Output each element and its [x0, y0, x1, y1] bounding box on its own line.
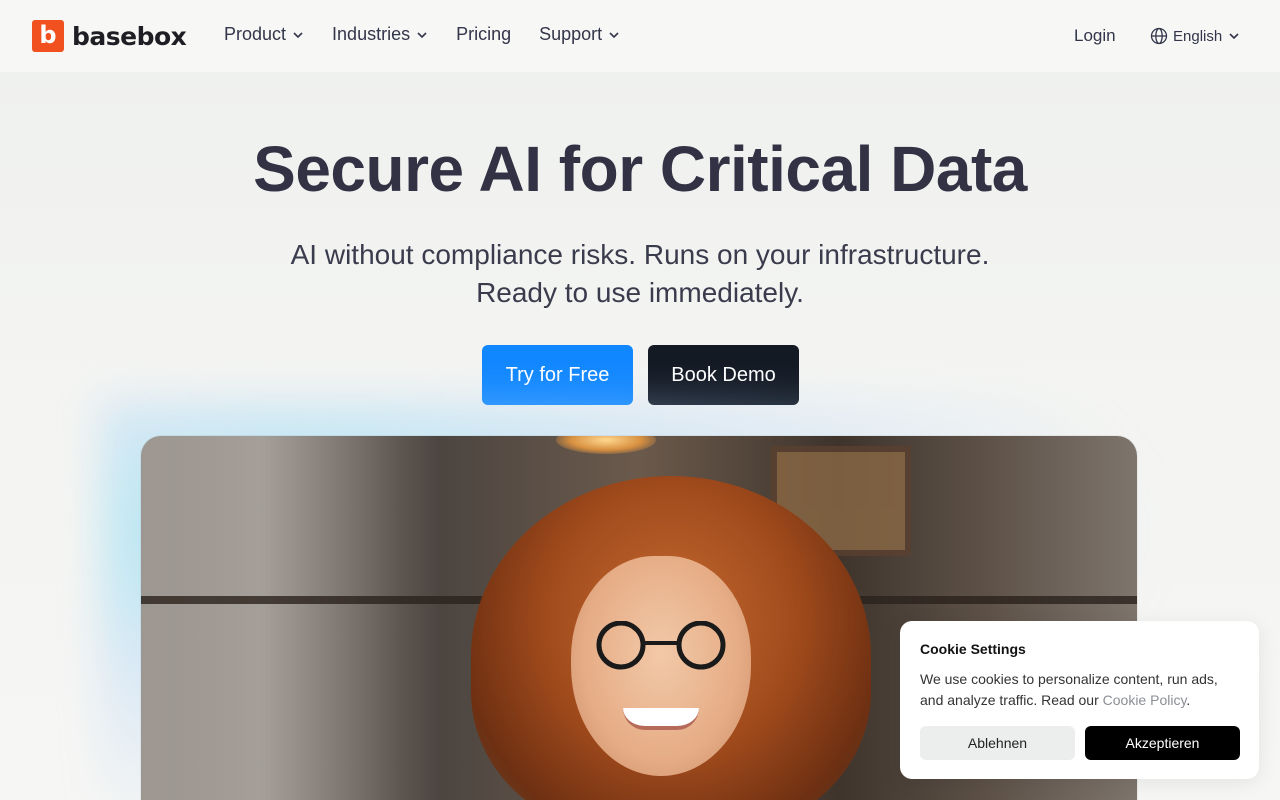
try-for-free-button[interactable]: Try for Free: [482, 345, 633, 405]
nav-item-label: Industries: [332, 24, 411, 44]
site-header: b basebox Product Industries Pricing Sup…: [0, 0, 1280, 72]
lamp: [556, 436, 656, 454]
hero-subtitle: AI without compliance risks. Runs on you…: [0, 236, 1280, 312]
chevron-down-icon: [293, 31, 303, 38]
language-selector[interactable]: English: [1150, 27, 1240, 45]
nav-item-label: Pricing: [456, 24, 512, 44]
nav-item-product[interactable]: Product: [224, 24, 304, 45]
hero-subtitle-line: AI without compliance risks. Runs on you…: [290, 239, 990, 270]
nav-item-support[interactable]: Support: [539, 24, 620, 45]
chevron-down-icon: [417, 31, 427, 38]
person-smile: [623, 708, 699, 730]
login-link[interactable]: Login: [1074, 26, 1116, 46]
hero-title: Secure AI for Critical Data: [253, 133, 1027, 205]
glasses: [596, 621, 726, 670]
logo-mark-icon: b: [32, 20, 64, 52]
nav-item-industries[interactable]: Industries: [332, 24, 428, 45]
globe-icon: [1150, 27, 1168, 45]
chevron-down-icon: [1229, 33, 1239, 40]
cookie-banner: Cookie Settings We use cookies to person…: [900, 621, 1259, 779]
cookie-text-end: .: [1186, 692, 1191, 708]
main-nav: Product Industries Pricing Support: [224, 24, 648, 45]
book-demo-button[interactable]: Book Demo: [648, 345, 799, 405]
nav-item-pricing[interactable]: Pricing: [456, 24, 511, 45]
accept-cookies-button[interactable]: Akzeptieren: [1085, 726, 1240, 760]
nav-item-label: Support: [539, 24, 603, 44]
nav-item-label: Product: [224, 24, 287, 44]
decline-cookies-button[interactable]: Ablehnen: [920, 726, 1075, 760]
logo[interactable]: b basebox: [32, 20, 187, 52]
cookie-text: We use cookies to personalize content, r…: [920, 669, 1239, 711]
chevron-down-icon: [609, 31, 619, 38]
logo-wordmark: basebox: [72, 21, 187, 51]
cookie-policy-link[interactable]: Cookie Policy: [1103, 692, 1187, 708]
cookie-actions: Ablehnen Akzeptieren: [920, 726, 1240, 760]
cookie-title: Cookie Settings: [920, 641, 1026, 657]
hero-subtitle-line: Ready to use immediately.: [476, 277, 804, 308]
language-label: English: [1173, 27, 1223, 45]
